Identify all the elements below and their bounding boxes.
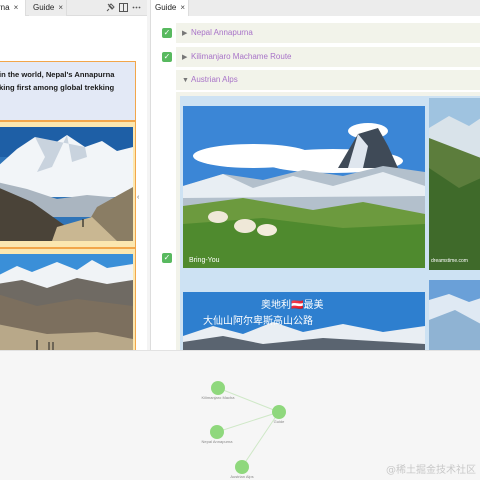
checkbox-austrian-alps[interactable]: ✓	[162, 253, 172, 263]
section-austrian-alps[interactable]: ▼ Austrian Alps	[176, 70, 480, 90]
himalaya-trek-image[interactable]	[0, 248, 136, 350]
matterhorn-photo	[183, 106, 425, 268]
graph-node-guide[interactable]	[272, 405, 286, 419]
image-caption: Bring-You	[189, 257, 220, 264]
banner-title: 奥地利🇦🇹最美	[261, 300, 324, 311]
banner-subtitle: 大仙山阿尔卑斯高山公路	[203, 316, 313, 327]
glacier-image[interactable]	[429, 280, 480, 350]
right-tab-bar: Guide ×	[151, 0, 480, 16]
graph-node-label: Nepal Annapurna	[202, 439, 234, 444]
watermark: @稀土掘金技术社区	[386, 465, 476, 476]
quote-block: in the world, Nepal's Annapurna king fir…	[0, 61, 136, 121]
checkbox-kilimanjaro[interactable]: ✓	[162, 52, 172, 62]
snow-mountain-photo	[0, 127, 133, 241]
section-title: Kilimanjaro Machame Route	[191, 52, 292, 61]
right-pane: Guide × ✓ ▶ Nepal Annapurna ✓ ▶ Kilimanjaro…	[150, 0, 480, 350]
left-editor: in the world, Nepal's Annapurna king fir…	[0, 16, 147, 350]
tab-guide[interactable]: Guide ×	[151, 0, 189, 16]
alpine-valley-image[interactable]: dreamstime.com	[429, 98, 480, 270]
app-window: rna× Guide× in the world, Nepal's Annapu…	[0, 0, 480, 480]
graph-node-label: Austrian Alps	[230, 474, 253, 479]
graph-node-label: Guide	[274, 419, 285, 424]
graph-view: Kilimanjaro Macha Guide Nepal Annapurna …	[0, 350, 480, 480]
matterhorn-image[interactable]: Bring-You	[183, 106, 425, 268]
split-view-icon[interactable]	[119, 3, 128, 12]
left-pane: rna× Guide× in the world, Nepal's Annapu…	[0, 0, 147, 350]
graph-node-kilimanjaro[interactable]	[211, 381, 225, 395]
graph-edge	[217, 387, 280, 413]
graph-edge	[216, 411, 280, 433]
section-title: Nepal Annapurna	[191, 28, 253, 37]
chevron-down-icon[interactable]: ▼	[182, 71, 191, 91]
quote-line: king first among global trekking	[0, 83, 115, 92]
quote-line: in the world, Nepal's Annapurna	[0, 70, 115, 79]
annapurna-image[interactable]	[0, 121, 136, 248]
graph-node-nepal[interactable]	[210, 425, 224, 439]
close-icon[interactable]: ×	[180, 3, 185, 12]
austrian-alps-content: Bring-You dreamstime.com 奥地利🇦🇹最美 大仙山阿尔卑斯…	[176, 92, 480, 350]
more-icon[interactable]	[132, 3, 141, 12]
tab-guide[interactable]: Guide ×	[29, 0, 67, 16]
tab-label: Guide	[155, 3, 177, 12]
tab-label: Guide	[33, 3, 55, 12]
close-icon[interactable]: ×	[58, 3, 63, 12]
chevron-right-icon[interactable]: ▶	[182, 24, 191, 44]
chevron-right-icon[interactable]: ▶	[182, 48, 191, 68]
close-icon[interactable]: ×	[14, 3, 19, 12]
alpine-valley-photo	[429, 98, 480, 270]
checkbox-nepal[interactable]: ✓	[162, 28, 172, 38]
image-caption: dreamstime.com	[431, 258, 468, 264]
graph-node-alps[interactable]	[235, 460, 249, 474]
alpine-road-banner-image[interactable]: 奥地利🇦🇹最美 大仙山阿尔卑斯高山公路	[183, 292, 425, 350]
valley-photo	[0, 254, 133, 350]
image-grid: Bring-You dreamstime.com 奥地利🇦🇹最美 大仙山阿尔卑斯…	[180, 96, 480, 350]
graph-node-label: Kilimanjaro Macha	[202, 395, 236, 400]
glacier-photo	[429, 280, 480, 350]
collapse-handle-icon[interactable]: ‹	[137, 194, 139, 201]
pin-icon[interactable]	[106, 3, 115, 12]
section-kilimanjaro[interactable]: ▶ Kilimanjaro Machame Route	[176, 47, 480, 67]
left-tab-bar: rna× Guide×	[0, 0, 147, 16]
section-title: Austrian Alps	[191, 75, 238, 84]
tab-annapurna[interactable]: rna ×	[0, 0, 26, 16]
section-nepal-annapurna[interactable]: ▶ Nepal Annapurna	[176, 23, 480, 43]
tab-label: rna	[0, 3, 10, 12]
